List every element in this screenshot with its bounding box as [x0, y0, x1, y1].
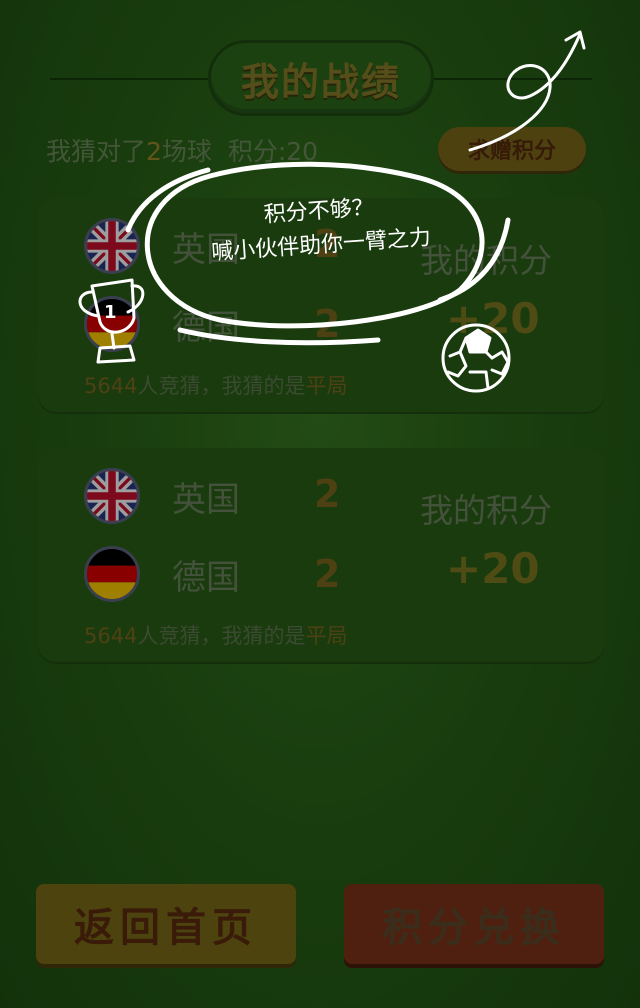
- trophy-icon: 1: [78, 278, 145, 364]
- curly-arrow-icon: [468, 30, 586, 152]
- popup-decorations: 1: [78, 30, 586, 393]
- svg-text:1: 1: [104, 302, 117, 323]
- football-icon: [441, 323, 511, 393]
